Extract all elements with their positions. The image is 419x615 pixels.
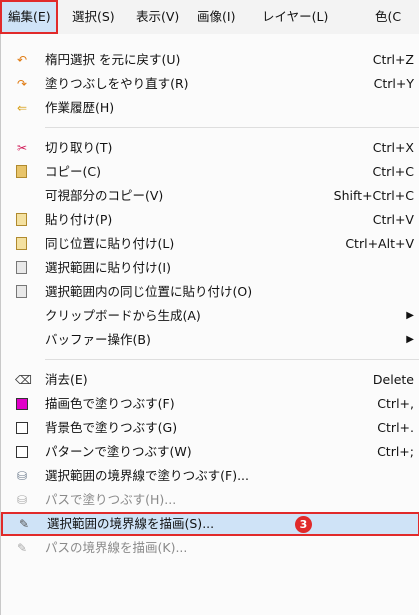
menu-item-label: 選択範囲の境界線で塗りつぶす(F)... [45, 468, 249, 483]
shortcut-label: Ctrl+; [377, 444, 414, 459]
menu-image[interactable]: 画像(I) [197, 0, 235, 34]
scissors-icon: ✂ [16, 141, 28, 155]
menu-item-buffer[interactable]: バッファー操作(B) ▶ [1, 328, 419, 352]
shortcut-label: Shift+Ctrl+C [333, 188, 414, 203]
menu-item-fill-fg[interactable]: 描画色で塗りつぶす(F) Ctrl+, [1, 392, 419, 416]
menu-item-label: 描画色で塗りつぶす(F) [45, 396, 175, 411]
clear-icon: ⌫ [15, 373, 32, 387]
shortcut-label: Ctrl+V [372, 212, 414, 227]
menu-item-copy[interactable]: コピー(C) Ctrl+C [1, 160, 419, 184]
menu-item-fill-bg[interactable]: 背景色で塗りつぶす(G) Ctrl+. [1, 416, 419, 440]
menu-item-label: 切り取り(T) [45, 140, 113, 155]
menu-item-cut[interactable]: ✂ 切り取り(T) Ctrl+X [1, 136, 419, 160]
menu-item-label: コピー(C) [45, 164, 101, 179]
menu-item-label: 同じ位置に貼り付け(L) [45, 236, 175, 251]
fill-path-icon: ⛁ [16, 493, 28, 507]
menu-item-label: 可視部分のコピー(V) [45, 188, 164, 203]
menu-item-label: 楕円選択 を元に戻す(U) [45, 52, 181, 67]
shortcut-label: Ctrl+. [377, 420, 414, 435]
shortcut-label: Ctrl+C [372, 164, 414, 179]
menu-item-label: 消去(E) [45, 372, 88, 387]
menu-item-label: 作業履歴(H) [45, 100, 115, 115]
menu-item-stroke-path[interactable]: ✎ パスの境界線を描画(K)... [1, 536, 419, 560]
menu-item-paste-as[interactable]: クリップボードから生成(A) ▶ [1, 304, 419, 328]
shortcut-label: Ctrl+X [372, 140, 414, 155]
menu-item-fill-selection-outline[interactable]: ⛁ 選択範囲の境界線で塗りつぶす(F)... [1, 464, 419, 488]
menu-item-label: 背景色で塗りつぶす(G) [45, 420, 178, 435]
submenu-arrow-icon: ▶ [406, 334, 414, 345]
menu-separator [45, 127, 419, 128]
bg-color-swatch-icon [15, 421, 29, 435]
paste-in-place-icon [15, 237, 29, 251]
menu-color[interactable]: 色(C [375, 0, 401, 34]
menu-item-label: 塗りつぶしをやり直す(R) [45, 76, 189, 91]
redo-icon: ↷ [16, 77, 28, 91]
menu-item-clear[interactable]: ⌫ 消去(E) Delete [1, 368, 419, 392]
menu-item-copy-visible[interactable]: 可視部分のコピー(V) Shift+Ctrl+C [1, 184, 419, 208]
menu-item-label: バッファー操作(B) [45, 332, 151, 347]
shortcut-label: Ctrl+Alt+V [345, 236, 414, 251]
menu-item-history[interactable]: ⇐ 作業履歴(H) [1, 96, 419, 120]
menu-item-paste-into[interactable]: 選択範囲に貼り付け(I) [1, 256, 419, 280]
menu-item-paste[interactable]: 貼り付け(P) Ctrl+V [1, 208, 419, 232]
menu-item-label: パターンで塗りつぶす(W) [45, 444, 192, 459]
menu-item-fill-pattern[interactable]: パターンで塗りつぶす(W) Ctrl+; [1, 440, 419, 464]
menu-item-redo[interactable]: ↷ 塗りつぶしをやり直す(R) Ctrl+Y [1, 72, 419, 96]
menu-item-fill-path[interactable]: ⛁ パスで塗りつぶす(H)... [1, 488, 419, 512]
menu-item-paste-into-in-place[interactable]: 選択範囲内の同じ位置に貼り付け(O) [1, 280, 419, 304]
paste-into-icon [15, 261, 29, 275]
menu-edit[interactable]: 編集(E) [0, 0, 58, 34]
stroke-selection-icon: ✎ [18, 517, 30, 531]
copy-icon [15, 165, 29, 179]
fill-selection-outline-icon: ⛁ [16, 469, 28, 483]
step-number-badge: 3 [295, 516, 312, 533]
undo-icon: ↶ [16, 53, 28, 67]
paste-icon [15, 213, 29, 227]
menu-select[interactable]: 選択(S) [72, 0, 115, 34]
shortcut-label: Ctrl+, [377, 396, 414, 411]
menu-item-undo[interactable]: ↶ 楕円選択 を元に戻す(U) Ctrl+Z [1, 48, 419, 72]
menu-item-label: 選択範囲内の同じ位置に貼り付け(O) [45, 284, 253, 299]
menu-item-label: パスの境界線を描画(K)... [45, 540, 188, 555]
submenu-arrow-icon: ▶ [406, 310, 414, 321]
menu-layer[interactable]: レイヤー(L) [262, 0, 328, 34]
fg-color-swatch-icon [15, 397, 29, 411]
paste-into-in-place-icon [15, 285, 29, 299]
menu-item-label: パスで塗りつぶす(H)... [45, 492, 177, 507]
menubar: 編集(E) 選択(S) 表示(V) 画像(I) レイヤー(L) 色(C [0, 0, 419, 35]
menu-item-stroke-selection[interactable]: ✎ 選択範囲の境界線を描画(S)... 3 [1, 512, 419, 536]
menu-item-label: クリップボードから生成(A) [45, 308, 201, 323]
menu-item-label: 選択範囲に貼り付け(I) [45, 260, 171, 275]
history-icon: ⇐ [16, 101, 28, 115]
menu-item-label: 貼り付け(P) [45, 212, 113, 227]
menu-item-label: 選択範囲の境界線を描画(S)... [47, 516, 215, 531]
pattern-swatch-icon [15, 445, 29, 459]
edit-menu-dropdown: ↶ 楕円選択 を元に戻す(U) Ctrl+Z ↷ 塗りつぶしをやり直す(R) C… [0, 34, 419, 615]
shortcut-label: Ctrl+Z [372, 52, 414, 67]
menu-item-paste-in-place[interactable]: 同じ位置に貼り付け(L) Ctrl+Alt+V [1, 232, 419, 256]
shortcut-label: Ctrl+Y [373, 76, 414, 91]
shortcut-label: Delete [372, 372, 414, 387]
menu-separator [45, 359, 419, 360]
stroke-path-icon: ✎ [16, 541, 28, 555]
menu-view[interactable]: 表示(V) [136, 0, 179, 34]
